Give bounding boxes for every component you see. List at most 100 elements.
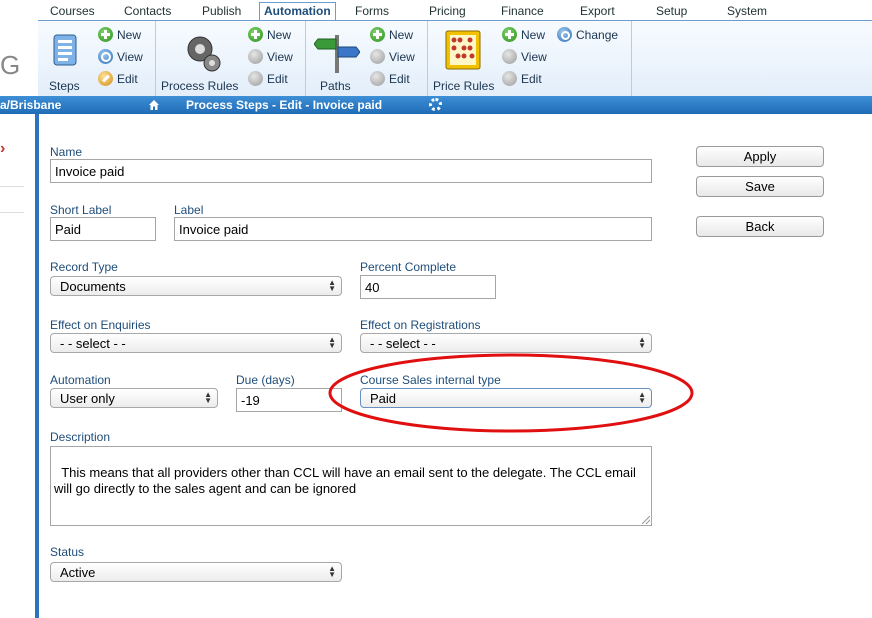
steps-edit-button[interactable]: Edit (98, 71, 138, 87)
plus-icon (98, 27, 113, 42)
select-arrows-icon: ▲ ▼ (328, 564, 336, 579)
process-rules-view-button[interactable]: View (248, 49, 293, 65)
paths-label[interactable]: Paths (320, 79, 351, 93)
paths-edit-label: Edit (389, 72, 410, 86)
gear-icon[interactable] (429, 98, 442, 111)
process-rules-view-label: View (267, 50, 293, 64)
percent-complete-label: Percent Complete (360, 260, 457, 274)
record-type-label: Record Type (50, 260, 118, 274)
description-value: This means that all providers other than… (54, 465, 640, 496)
paths-edit-button[interactable]: Edit (370, 71, 410, 87)
abacus-icon[interactable] (444, 29, 482, 71)
ribbon-group-process-rules: Process Rules New View Edit (156, 21, 306, 97)
resize-handle-icon[interactable] (642, 516, 650, 524)
automation-label: Automation (50, 373, 111, 387)
name-field[interactable] (50, 159, 652, 183)
ribbon-group-steps: Steps New View Edit (38, 21, 156, 97)
menu-export[interactable]: Export (580, 4, 615, 18)
select-arrows-icon: ▲ ▼ (204, 390, 212, 405)
automation-value: User only (60, 391, 115, 406)
process-rules-edit-button[interactable]: Edit (248, 71, 288, 87)
menu-publish[interactable]: Publish (202, 4, 241, 18)
paths-new-label: New (389, 28, 414, 42)
menu-finance[interactable]: Finance (501, 4, 544, 18)
automation-select[interactable]: User only ▲ ▼ (50, 388, 218, 408)
description-label: Description (50, 430, 111, 444)
magnifier-icon (248, 49, 263, 64)
ribbon-group-price-rules: Price Rules New View Edit Change (428, 21, 632, 97)
price-rules-new-button[interactable]: New (502, 27, 545, 43)
due-days-field[interactable] (236, 388, 342, 412)
price-rules-label[interactable]: Price Rules (433, 79, 494, 93)
course-sales-type-select[interactable]: Paid ▲ ▼ (360, 388, 652, 408)
page-title: Process Steps - Edit - Invoice paid (186, 98, 383, 112)
menu-setup[interactable]: Setup (656, 4, 687, 18)
effect-registrations-label: Effect on Registrations (360, 318, 481, 332)
steps-new-button[interactable]: New (98, 27, 141, 43)
home-icon[interactable] (148, 99, 160, 111)
steps-view-button[interactable]: View (98, 49, 143, 65)
percent-complete-field[interactable] (360, 275, 496, 299)
description-textarea[interactable]: This means that all providers other than… (50, 446, 652, 526)
left-mark-icon: › (0, 140, 6, 157)
apply-button[interactable]: Apply (696, 146, 824, 167)
left-divider (0, 186, 24, 187)
location-label: a/Brisbane (0, 98, 62, 112)
label-field[interactable] (174, 217, 652, 241)
record-type-value: Documents (60, 279, 126, 294)
due-days-label: Due (days) (236, 373, 295, 387)
menu-automation[interactable]: Automation (259, 2, 336, 21)
price-rules-change-button[interactable]: Change (557, 27, 618, 43)
effect-enquiries-label: Effect on Enquiries (50, 318, 151, 332)
effect-registrations-value: - - select - - (370, 336, 436, 351)
status-label: Status (50, 545, 85, 559)
record-type-select[interactable]: Documents ▲ ▼ (50, 276, 342, 296)
menu-courses[interactable]: Courses (50, 4, 95, 18)
course-sales-type-value: Paid (370, 391, 397, 406)
paths-view-button[interactable]: View (370, 49, 415, 65)
left-divider (0, 212, 24, 213)
steps-icon[interactable] (48, 31, 84, 69)
steps-edit-label: Edit (117, 72, 138, 86)
short-label-label: Short Label (50, 203, 112, 217)
course-sales-type-label: Course Sales internal type (360, 373, 501, 387)
effect-enquiries-value: - - select - - (60, 336, 126, 351)
menu-forms[interactable]: Forms (355, 4, 389, 18)
select-arrows-icon: ▲ ▼ (638, 335, 646, 350)
effect-enquiries-select[interactable]: - - select - - ▲ ▼ (50, 333, 342, 353)
status-value: Active (60, 565, 96, 580)
process-rules-label[interactable]: Process Rules (161, 79, 238, 93)
price-rules-edit-label: Edit (521, 72, 542, 86)
menu-pricing[interactable]: Pricing (429, 4, 466, 18)
steps-label[interactable]: Steps (49, 79, 80, 93)
steps-new-label: New (117, 28, 142, 42)
paths-new-button[interactable]: New (370, 27, 413, 43)
magnifier-icon (370, 49, 385, 64)
logo-fragment: G (0, 50, 21, 80)
back-button[interactable]: Back (696, 216, 824, 237)
gears-icon[interactable] (182, 31, 224, 75)
price-rules-view-button[interactable]: View (502, 49, 547, 65)
short-label-field[interactable] (50, 217, 156, 241)
magnifier-icon (502, 49, 517, 64)
signpost-icon[interactable] (314, 29, 360, 75)
pencil-icon (248, 71, 263, 86)
effect-registrations-select[interactable]: - - select - - ▲ ▼ (360, 333, 652, 353)
paths-view-label: View (389, 50, 415, 64)
price-rules-change-label: Change (576, 28, 619, 42)
menu-contacts[interactable]: Contacts (124, 4, 171, 18)
plus-icon (370, 27, 385, 42)
left-border (35, 114, 39, 618)
save-button[interactable]: Save (696, 176, 824, 197)
status-select[interactable]: Active ▲ ▼ (50, 562, 342, 582)
select-arrows-icon: ▲ ▼ (328, 335, 336, 350)
process-rules-edit-label: Edit (267, 72, 288, 86)
process-rules-new-button[interactable]: New (248, 27, 291, 43)
ribbon-toolbar: Steps New View Edit Process Rules New Vi… (38, 20, 872, 97)
gear-icon (557, 27, 572, 42)
label-label: Label (174, 203, 204, 217)
price-rules-edit-button[interactable]: Edit (502, 71, 542, 87)
price-rules-view-label: View (521, 50, 547, 64)
price-rules-new-label: New (521, 28, 546, 42)
menu-system[interactable]: System (727, 4, 767, 18)
